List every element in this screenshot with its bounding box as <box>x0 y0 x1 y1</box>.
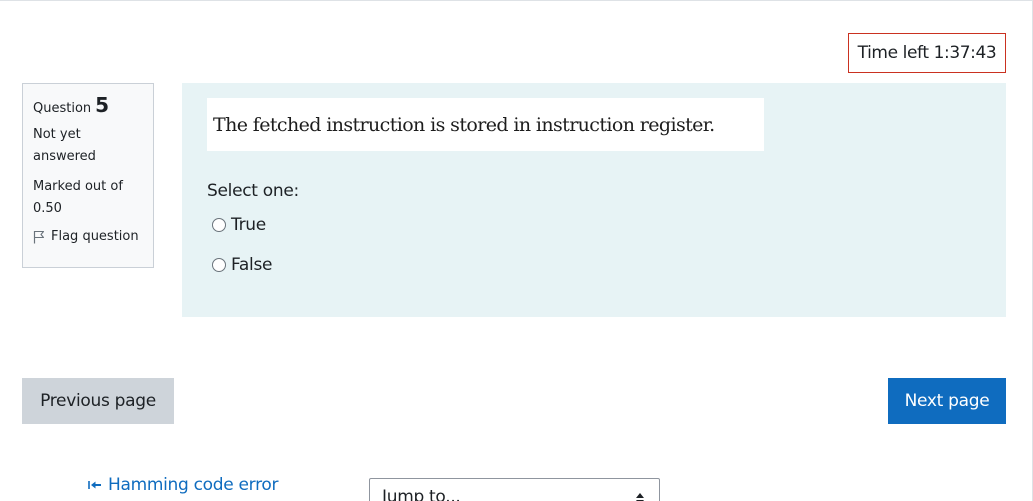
timer-value: 1:37:43 <box>933 43 997 63</box>
option-true-label: True <box>231 215 266 235</box>
question-grade: Marked out of 0.50 <box>33 179 123 216</box>
next-page-button[interactable]: Next page <box>888 378 1006 424</box>
radio-false[interactable] <box>212 258 226 272</box>
flag-question-button[interactable]: Flag question <box>33 226 145 248</box>
question-info-panel: Question 5 Not yet answered Marked out o… <box>22 83 154 268</box>
previous-page-button[interactable]: Previous page <box>22 378 174 424</box>
question-text: The fetched instruction is stored in ins… <box>207 98 764 151</box>
question-number-label: Question <box>33 101 92 116</box>
previous-activity-link[interactable]: Hamming code error <box>88 475 278 495</box>
quiz-timer: Time left 1:37:43 <box>848 33 1006 73</box>
radio-true[interactable] <box>212 218 226 232</box>
flag-question-label: Flag question <box>51 229 139 244</box>
question-state: Not yet answered <box>33 127 96 164</box>
jump-to-select[interactable]: Jump to... <box>369 478 660 501</box>
option-false-label: False <box>231 255 273 275</box>
question-number-value: 5 <box>95 93 110 117</box>
option-false[interactable]: False <box>212 255 272 275</box>
previous-activity-label: Hamming code error <box>108 475 279 495</box>
arrow-left-icon <box>88 475 102 495</box>
jump-to-label: Jump to... <box>382 487 461 501</box>
select-one-prompt: Select one: <box>207 181 299 201</box>
select-arrows-icon <box>635 491 645 501</box>
question-number: Question 5 <box>33 94 145 120</box>
question-content: The fetched instruction is stored in ins… <box>182 83 1006 317</box>
timer-label: Time left <box>857 43 929 63</box>
option-true[interactable]: True <box>212 215 266 235</box>
quiz-page: Time left 1:37:43 Question 5 Not yet ans… <box>0 0 1033 501</box>
flag-icon <box>33 230 45 244</box>
